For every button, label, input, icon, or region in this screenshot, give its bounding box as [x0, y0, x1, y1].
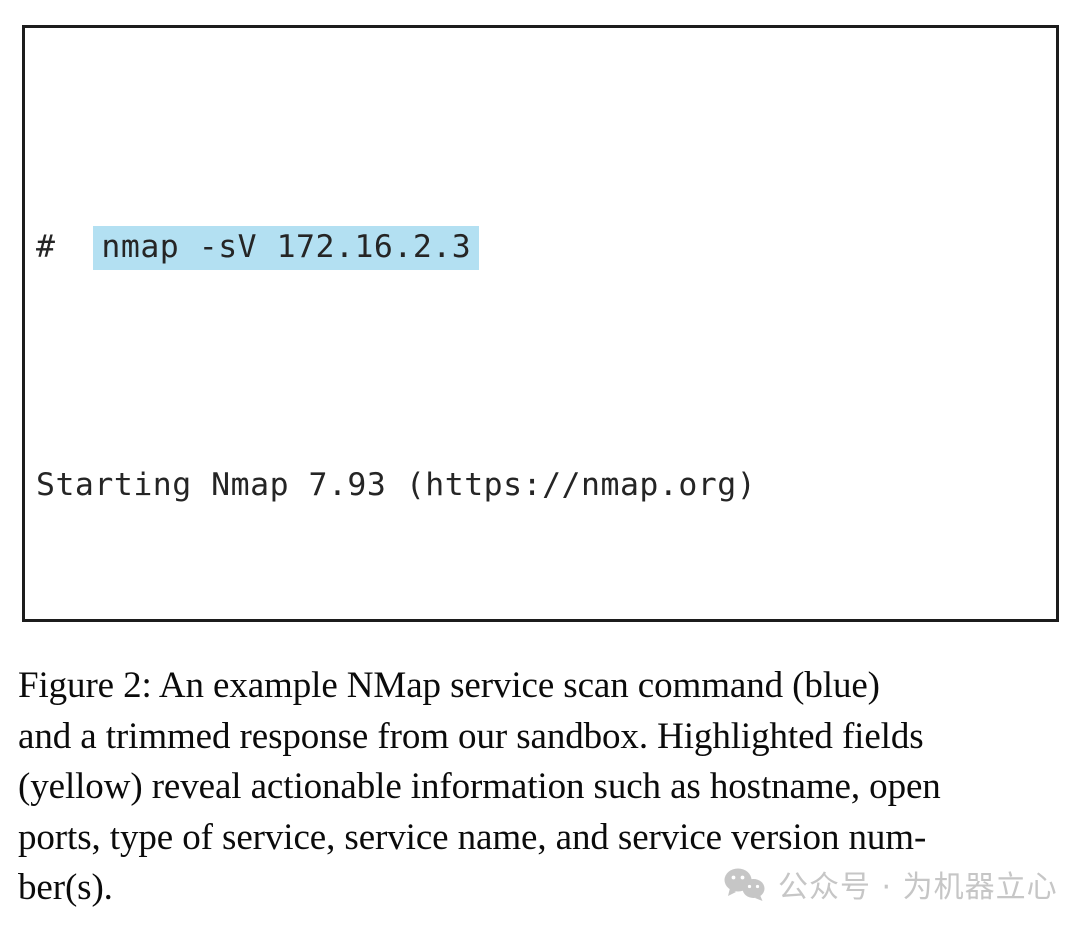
caption-line-3: (yellow) reveal actionable information s…: [18, 766, 941, 807]
wechat-icon: [724, 867, 766, 901]
wechat-watermark-text: 公众号 · 为机器立心: [778, 870, 1058, 905]
figure-terminal-box: # nmap -sV 172.16.2.3 Starting Nmap 7.93…: [22, 25, 1059, 622]
caption-line-4: ports, type of service, service name, an…: [18, 816, 927, 858]
nmap-command-highlight: nmap -sV 172.16.2.3: [93, 225, 480, 270]
terminal-line-starting-nmap: Starting Nmap 7.93 (https://nmap.org): [36, 466, 757, 503]
wechat-watermark: 公众号 · 为机器立心: [724, 862, 1058, 906]
caption-line-1: Figure 2: An example NMap service scan c…: [18, 665, 880, 706]
terminal-output: # nmap -sV 172.16.2.3 Starting Nmap 7.93…: [25, 39, 1056, 619]
caption-line-2: and a trimmed response from our sandbox.…: [18, 715, 924, 757]
prompt-symbol: #: [36, 228, 95, 265]
terminal-line-prompt-command: # nmap -sV 172.16.2.3: [25, 218, 1056, 278]
